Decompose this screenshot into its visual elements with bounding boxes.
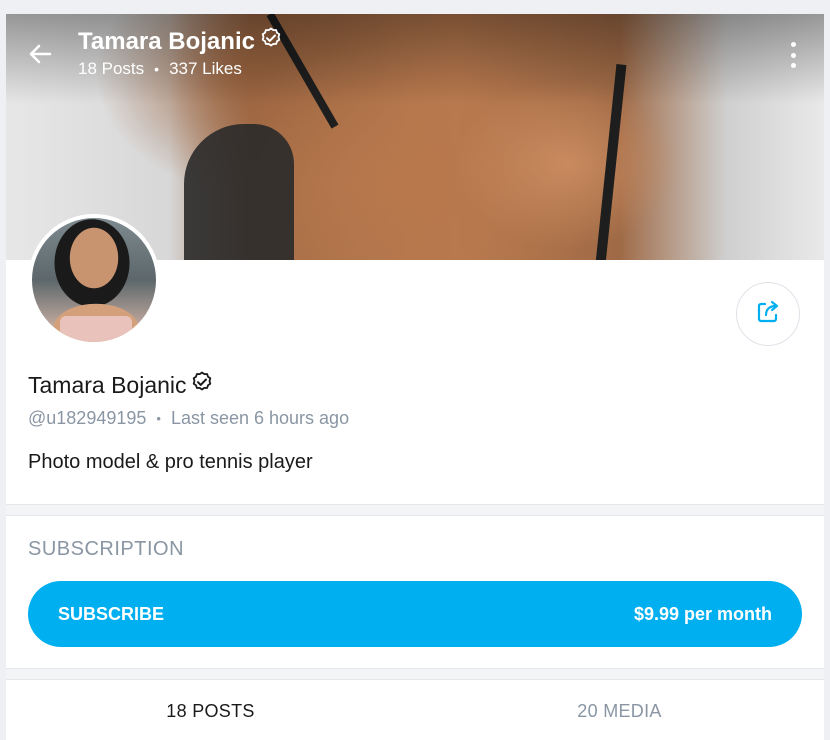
profile-page: Tamara Bojanic 18 Posts • 337 Likes Tama… xyxy=(6,14,824,740)
verified-badge-icon xyxy=(259,26,283,57)
separator-dot: • xyxy=(154,61,160,77)
profile-bio: Photo model & pro tennis player xyxy=(28,451,313,473)
back-arrow-icon[interactable] xyxy=(26,40,54,68)
profile-meta: @u182949195 • Last seen 6 hours ago xyxy=(28,408,349,429)
verified-badge-icon xyxy=(190,370,214,400)
profile-handle[interactable]: @u182949195 xyxy=(28,408,146,429)
avatar-detail xyxy=(60,316,132,342)
tab-posts[interactable]: 18 POSTS xyxy=(6,682,415,740)
separator-dot: • xyxy=(156,411,161,426)
subscribe-price: $9.99 per month xyxy=(633,603,772,624)
cover-title-text: Tamara Bojanic xyxy=(78,27,255,55)
share-icon xyxy=(753,297,783,332)
profile-name: Tamara Bojanic xyxy=(28,370,214,400)
more-vertical-icon[interactable] xyxy=(786,42,800,68)
subscribe-button[interactable]: SUBSCRIBE $9.99 per month xyxy=(28,581,802,647)
last-seen: Last seen 6 hours ago xyxy=(170,408,350,428)
section-divider xyxy=(6,668,824,680)
profile-name-text: Tamara Bojanic xyxy=(28,371,187,398)
cover-title: Tamara Bojanic xyxy=(78,26,283,57)
posts-count: 18 Posts xyxy=(78,59,145,78)
cover-stats: 18 Posts • 337 Likes xyxy=(78,59,242,79)
subscription-heading: SUBSCRIPTION xyxy=(28,538,185,560)
content-tabs: 18 POSTS 20 MEDIA xyxy=(6,682,824,740)
tab-media[interactable]: 20 MEDIA xyxy=(415,682,824,740)
section-divider xyxy=(6,504,824,516)
avatar[interactable] xyxy=(28,214,160,346)
share-button[interactable] xyxy=(736,282,800,346)
cover-photo-detail xyxy=(184,124,294,260)
subscribe-label: SUBSCRIBE xyxy=(58,603,165,624)
likes-count: 337 Likes xyxy=(169,59,242,78)
